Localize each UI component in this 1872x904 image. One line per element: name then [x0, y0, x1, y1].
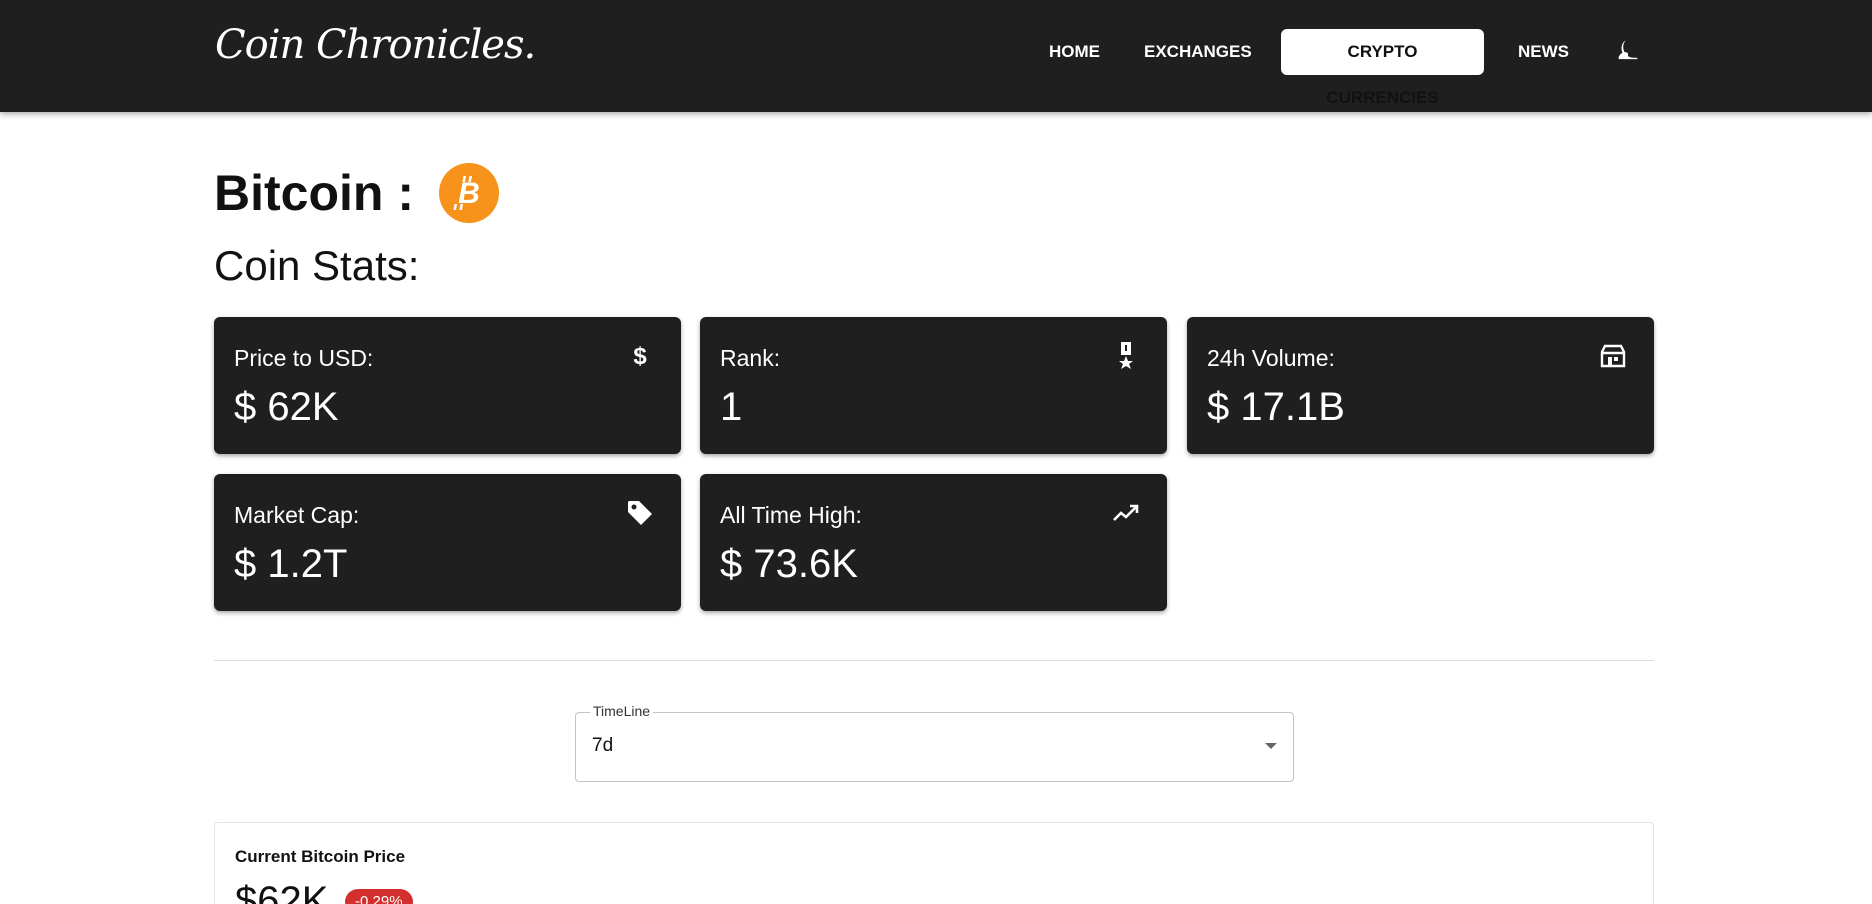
stat-label: Market Cap: — [234, 502, 360, 528]
stat-label: Price to USD: — [234, 345, 374, 371]
nav-home[interactable]: HOME — [1039, 29, 1110, 75]
stat-value: $ 17.1B — [1207, 385, 1345, 429]
current-price: $62K — [235, 879, 329, 904]
dollar-icon: $ — [625, 341, 655, 371]
chevron-down-icon — [1265, 743, 1277, 749]
stat-value: 1 — [720, 385, 743, 429]
bitcoin-icon: B — [439, 163, 499, 223]
stat-label: All Time High: — [720, 502, 862, 528]
timeline-label: TimeLine — [590, 703, 654, 719]
stat-value: $ 73.6K — [720, 542, 858, 586]
stat-card-price: Price to USD: $ 62K $ — [214, 317, 681, 454]
svg-text:$: $ — [633, 343, 647, 369]
stat-card-all-time-high: All Time High: $ 73.6K — [700, 474, 1167, 611]
stat-label: 24h Volume: — [1207, 345, 1335, 371]
trending-up-icon — [1111, 498, 1141, 528]
tag-icon — [625, 498, 655, 528]
medal-icon — [1111, 341, 1141, 371]
coin-title: Bitcoin : — [214, 165, 414, 221]
price-panel-title: Current Bitcoin Price — [235, 847, 406, 866]
app-header: Coin Chronicles. HOME EXCHANGES CRYPTO C… — [0, 0, 1872, 112]
timeline-select[interactable]: TimeLine 7d — [575, 703, 1294, 782]
stat-card-volume: 24h Volume: $ 17.1B — [1187, 317, 1654, 454]
moon-icon — [1614, 37, 1642, 70]
price-change-badge: -0.29% — [345, 889, 413, 904]
stat-value: $ 62K — [234, 385, 339, 429]
logo[interactable]: Coin Chronicles. — [215, 22, 536, 68]
nav-crypto-currencies[interactable]: CRYPTO CURRENCIES — [1281, 29, 1484, 107]
coin-stats-heading: Coin Stats: — [214, 242, 420, 289]
stat-card-rank: Rank: 1 — [700, 317, 1167, 454]
timeline-value: 7d — [592, 735, 614, 756]
coin-title-row: Bitcoin : — [214, 158, 414, 228]
stat-label: Rank: — [720, 345, 781, 371]
nav-exchanges[interactable]: EXCHANGES — [1134, 29, 1262, 75]
section-divider — [214, 660, 1654, 661]
stat-card-market-cap: Market Cap: $ 1.2T — [214, 474, 681, 611]
theme-toggle-button[interactable] — [1608, 33, 1648, 73]
nav-news[interactable]: NEWS — [1508, 29, 1579, 75]
store-icon — [1598, 341, 1628, 371]
price-panel: Current Bitcoin Price $62K -0.29% — [214, 822, 1654, 904]
stat-value: $ 1.2T — [234, 542, 348, 586]
